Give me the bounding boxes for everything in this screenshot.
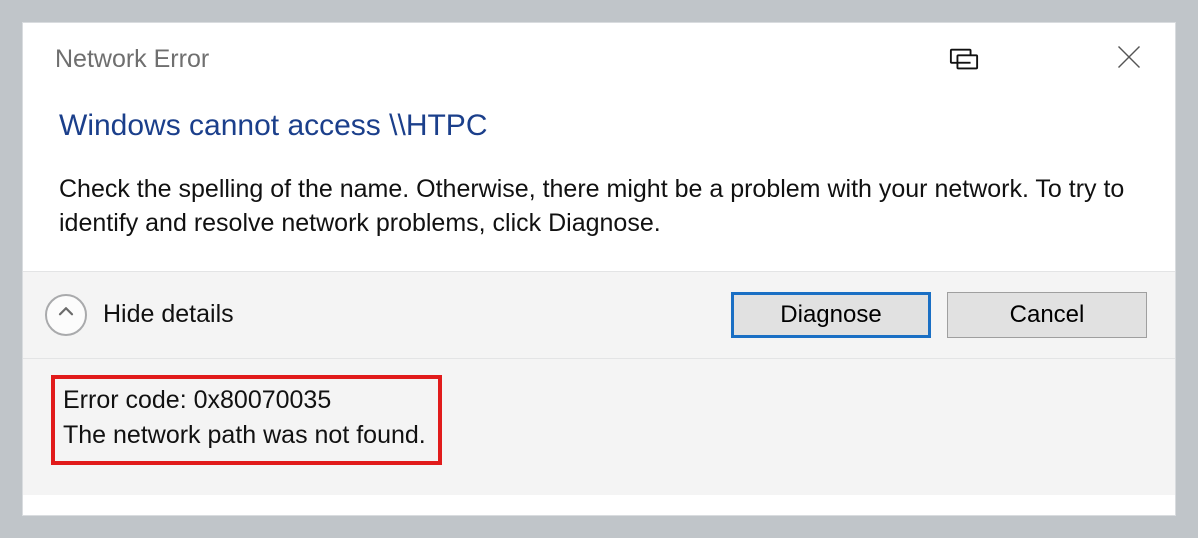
network-error-dialog: Network Error Windows cannot access \\HT…	[22, 22, 1176, 516]
action-row: Hide details Diagnose Cancel	[23, 271, 1175, 359]
chevron-up-icon	[57, 303, 75, 326]
network-screen-icon	[949, 44, 979, 74]
details-toggle-button[interactable]	[45, 294, 87, 336]
details-toggle-label[interactable]: Hide details	[103, 300, 234, 329]
cancel-button[interactable]: Cancel	[947, 292, 1147, 338]
diagnose-button[interactable]: Diagnose	[731, 292, 931, 338]
highlighted-error-box: Error code: 0x80070035 The network path …	[51, 375, 442, 465]
title-bar: Network Error	[23, 23, 1175, 95]
error-headline: Windows cannot access \\HTPC	[23, 95, 1175, 149]
close-icon	[1115, 43, 1143, 76]
error-body-text: Check the spelling of the name. Otherwis…	[23, 149, 1175, 271]
close-button[interactable]	[1099, 34, 1159, 84]
window-title: Network Error	[55, 45, 209, 74]
error-code-line: Error code: 0x80070035	[63, 383, 426, 418]
error-message-line: The network path was not found.	[63, 418, 426, 453]
details-panel: Error code: 0x80070035 The network path …	[23, 359, 1175, 495]
